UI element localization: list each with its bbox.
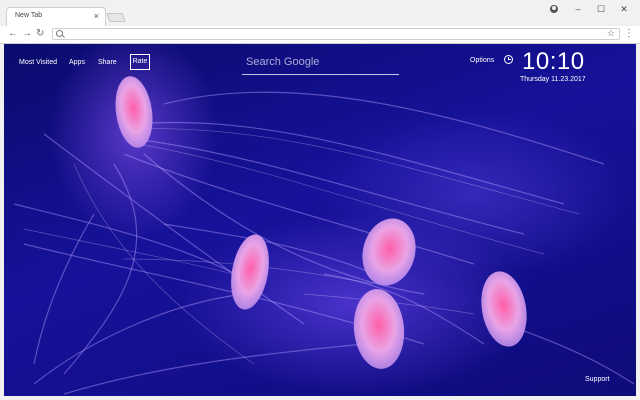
close-window-icon[interactable]: ✕ [617, 4, 631, 14]
back-icon[interactable]: ← [8, 28, 18, 40]
profile-icon[interactable] [550, 5, 558, 13]
search-icon [56, 30, 63, 37]
tab-close-icon[interactable]: × [94, 11, 99, 21]
tab-title: New Tab [15, 12, 43, 19]
apps-link[interactable]: Apps [69, 59, 85, 66]
bookmark-star-icon[interactable]: ☆ [607, 28, 615, 39]
jellyfish-background [13, 76, 635, 395]
tab-new-tab[interactable]: New Tab × [6, 7, 106, 26]
maximize-icon[interactable]: ☐ [594, 4, 608, 14]
rate-button[interactable]: Rate [130, 54, 150, 70]
browser-toolbar: ← → ↻ ☆ ⋮ [0, 26, 640, 44]
clock-date: Thursday 11.23.2017 [520, 76, 586, 83]
menu-icon[interactable]: ⋮ [624, 28, 634, 40]
search-underline [242, 74, 399, 75]
options-link[interactable]: Options [470, 57, 494, 64]
address-input[interactable] [67, 29, 597, 39]
support-link[interactable]: Support [585, 376, 610, 383]
forward-icon[interactable]: → [22, 28, 32, 40]
search-google-input[interactable]: Search Google [246, 56, 319, 68]
share-link[interactable]: Share [98, 59, 117, 66]
clock-time: 10:10 [522, 48, 585, 75]
tab-strip: New Tab × – ☐ ✕ [0, 0, 640, 26]
reload-icon[interactable]: ↻ [36, 28, 44, 40]
most-visited-link[interactable]: Most Visited [19, 59, 57, 66]
address-bar[interactable]: ☆ [52, 28, 620, 40]
browser-window: New Tab × – ☐ ✕ ← → ↻ ☆ ⋮ Most Visited A… [0, 0, 640, 400]
new-tab-page: Most Visited Apps Share Rate Search Goog… [4, 44, 636, 396]
minimize-icon[interactable]: – [571, 4, 585, 14]
clock-icon [504, 55, 513, 64]
new-tab-button[interactable] [106, 13, 126, 22]
